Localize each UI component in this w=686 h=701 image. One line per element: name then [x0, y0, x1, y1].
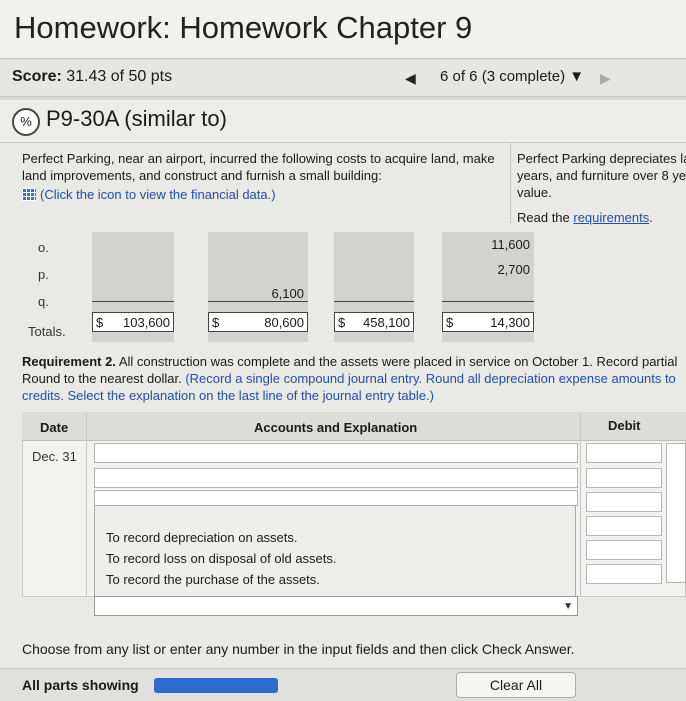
total-land[interactable]: $ 103,600	[92, 312, 174, 332]
header-debit: Debit	[608, 418, 641, 433]
next-question-icon[interactable]: ▶	[600, 70, 611, 87]
debit-input-1[interactable]	[586, 443, 662, 463]
subtotal-line-2	[208, 301, 308, 302]
row-o-furniture: 11,600	[491, 237, 530, 252]
previous-question-icon[interactable]: ◀	[405, 70, 416, 87]
debit-input-6[interactable]	[586, 564, 662, 584]
requirement-instruction-2: credits. Select the explanation on the l…	[22, 388, 434, 403]
parts-progress-bar	[154, 678, 278, 693]
instruction-message: Choose from any list or enter any number…	[22, 641, 575, 657]
total-value: 458,100	[363, 315, 410, 330]
total-improvements[interactable]: $ 80,600	[208, 312, 308, 332]
requirements-link[interactable]: requirements	[573, 210, 649, 225]
debit-input-5[interactable]	[586, 540, 662, 560]
column-divider	[510, 143, 511, 223]
score-display: Score: 31.43 of 50 pts	[12, 68, 172, 86]
debit-input-3[interactable]	[586, 492, 662, 512]
row-p-furniture: 2,700	[497, 262, 530, 277]
totals-label: Totals.	[28, 324, 66, 339]
partial-credit-icon: %	[12, 108, 40, 136]
requirement-text: Requirement 2. All construction was comp…	[22, 353, 686, 404]
currency-sign: $	[446, 315, 454, 330]
option-purchase[interactable]: To record the purchase of the assets.	[106, 572, 320, 587]
row-label-o: o.	[38, 240, 49, 255]
option-depreciation[interactable]: To record depreciation on assets.	[106, 530, 298, 545]
header-accounts: Accounts and Explanation	[254, 420, 418, 435]
row-label-p: p.	[38, 267, 49, 282]
right-text-line-2: years, and furniture over 8 ye	[517, 168, 686, 183]
problem-text: Perfect Parking, near an airport, incurr…	[22, 151, 495, 183]
total-value: 103,600	[123, 315, 170, 330]
subtotal-line-3	[334, 301, 414, 302]
credit-column-edge[interactable]	[666, 443, 686, 583]
account-input-3[interactable]	[94, 490, 578, 506]
account-input-1[interactable]	[94, 443, 578, 463]
right-problem-text: Perfect Parking depreciates la years, an…	[517, 150, 686, 201]
score-label: Score:	[12, 68, 62, 85]
currency-sign: $	[212, 315, 220, 330]
row-label-q: q.	[38, 294, 49, 309]
question-progress-dropdown[interactable]: 6 of 6 (3 complete) ▼	[440, 68, 584, 85]
row-q-improvements: 6,100	[271, 286, 304, 301]
score-value: 31.43 of 50 pts	[66, 68, 173, 85]
account-input-2[interactable]	[94, 468, 578, 488]
subtotal-line-4	[442, 301, 534, 302]
read-requirements: Read the requirements.	[517, 210, 653, 225]
chevron-down-icon[interactable]: ▼	[563, 601, 573, 612]
page-title: Homework: Homework Chapter 9	[14, 10, 473, 45]
question-id: P9-30A (similar to)	[46, 106, 227, 131]
currency-sign: $	[96, 315, 104, 330]
debit-input-2[interactable]	[586, 468, 662, 488]
total-value: 14,300	[490, 315, 530, 330]
total-building[interactable]: $ 458,100	[334, 312, 414, 332]
requirement-instruction: (Record a single compound journal entry.…	[185, 371, 676, 386]
header-date: Date	[40, 420, 69, 435]
total-furniture[interactable]: $ 14,300	[442, 312, 534, 332]
requirement-text-1: All construction was complete and the as…	[115, 354, 678, 369]
read-suffix: .	[649, 210, 653, 225]
debit-input-4[interactable]	[586, 516, 662, 536]
currency-sign: $	[338, 315, 346, 330]
debit-col-divider	[580, 412, 581, 597]
total-value: 80,600	[264, 315, 304, 330]
financial-data-link-text[interactable]: (Click the icon to view the financial da…	[40, 187, 276, 202]
requirement-heading: Requirement 2.	[22, 354, 116, 369]
financial-data-link[interactable]: (Click the icon to view the financial da…	[22, 187, 276, 202]
date-col-divider	[86, 412, 87, 597]
option-loss-disposal[interactable]: To record loss on disposal of old assets…	[106, 551, 337, 566]
journal-date: Dec. 31	[32, 449, 77, 464]
right-text-line-3: value.	[517, 185, 552, 200]
requirement-text-2: Round to the nearest dollar.	[22, 371, 186, 386]
clear-all-button[interactable]: Clear All	[456, 672, 576, 698]
data-table-icon[interactable]	[22, 188, 36, 201]
right-text-line-1: Perfect Parking depreciates la	[517, 151, 686, 166]
all-parts-label: All parts showing	[22, 677, 139, 693]
read-prefix: Read the	[517, 210, 574, 225]
explanation-select[interactable]: ▼	[94, 596, 578, 616]
subtotal-line-1	[92, 301, 174, 302]
